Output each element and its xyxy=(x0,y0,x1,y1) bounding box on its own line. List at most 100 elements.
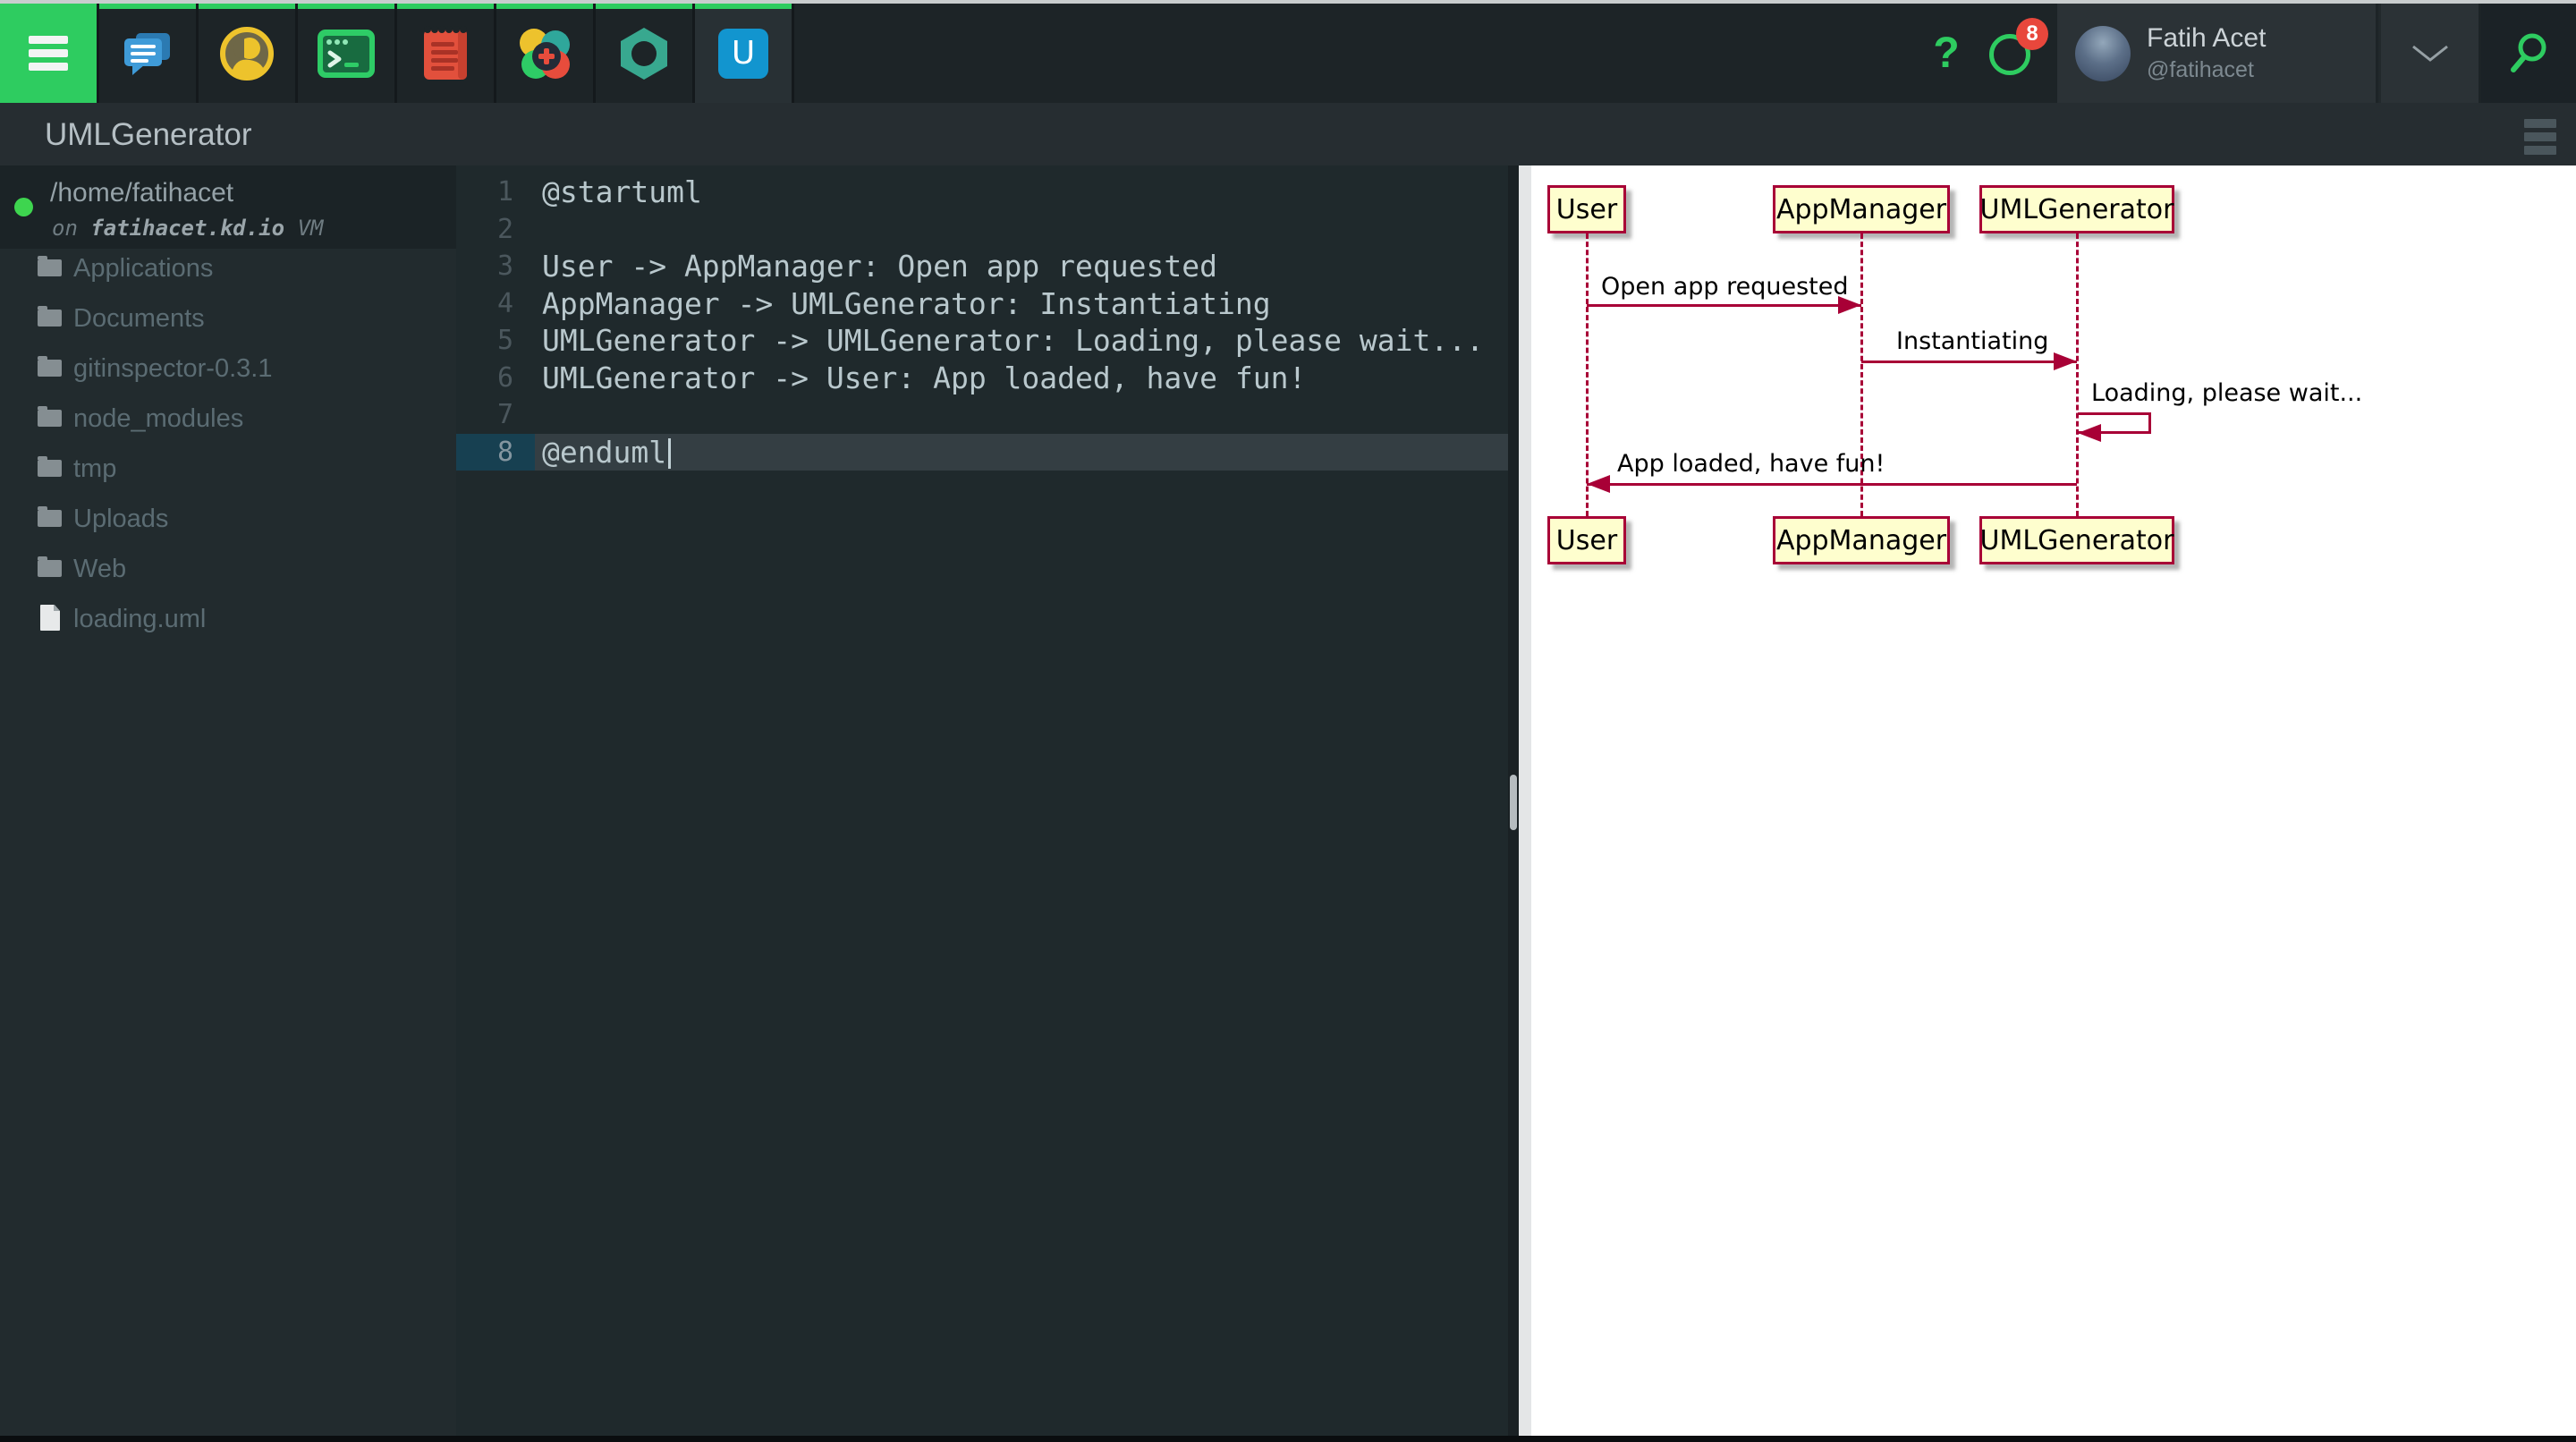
line-number: 5 xyxy=(496,325,513,356)
dock-app-members[interactable] xyxy=(199,4,295,103)
dock-app-terminal[interactable] xyxy=(298,4,394,103)
machine-header[interactable]: /home/fatihacet on fatihacet.kd.io VM xyxy=(0,165,456,249)
sidebar-item-label: gitinspector-0.3.1 xyxy=(73,354,273,383)
sidebar-item-label: loading.uml xyxy=(73,605,207,633)
participant-box-user: User xyxy=(1547,516,1626,564)
terminal-icon xyxy=(318,29,375,78)
members-icon xyxy=(220,26,274,81)
machine-host-line: on fatihacet.kd.io VM xyxy=(52,216,324,241)
code-lines: 1 @startuml 2 3 User -> AppManager: Open app… xyxy=(456,174,1519,471)
sidebar-item-loading-uml[interactable]: loading.uml xyxy=(0,593,456,643)
umlgenerator-app-icon: U xyxy=(718,28,768,79)
notes-icon xyxy=(424,25,467,80)
notification-badge[interactable]: 8 xyxy=(2016,18,2048,50)
main-menu-button[interactable] xyxy=(0,4,97,103)
participant-box-umlgenerator: UMLGenerator xyxy=(1979,185,2174,233)
lifeline-user xyxy=(1586,233,1589,516)
message-label: Open app requested xyxy=(1601,273,1849,301)
sidebar-item-tmp[interactable]: tmp xyxy=(0,443,456,493)
sidebar-item-web[interactable]: Web xyxy=(0,543,456,593)
page-title: UMLGenerator xyxy=(45,117,252,152)
line-number: 6 xyxy=(496,361,513,394)
arrowhead-icon xyxy=(1587,475,1610,493)
editor-line[interactable]: 8 @enduml xyxy=(456,433,1519,471)
dock-app-packages[interactable] xyxy=(596,4,692,103)
line-text xyxy=(535,211,542,249)
message-label: Instantiating xyxy=(1896,327,2049,355)
line-number: 2 xyxy=(496,213,513,245)
editor-line[interactable]: 6 UMLGenerator -> User: App loaded, have … xyxy=(456,360,1519,397)
page: U ? 8 Fatih Acet @fatihacet UMLGenerator xyxy=(0,0,2576,1442)
folder-icon xyxy=(38,556,62,577)
sidebar-item-label: Applications xyxy=(73,254,214,283)
sidebar-item-applications[interactable]: Applications xyxy=(0,242,456,293)
file-tree: Applications Documents gitinspector-0.3.1 n… xyxy=(0,242,456,643)
sidebar-item-label: Web xyxy=(73,555,127,583)
line-number: 4 xyxy=(496,287,513,319)
help-icon[interactable]: ? xyxy=(1919,4,1973,103)
line-number: 8 xyxy=(456,433,535,471)
editor-scrollbar xyxy=(1508,165,1519,1436)
line-number: 1 xyxy=(496,176,513,208)
editor-line[interactable]: 3 User -> AppManager: Open app requested xyxy=(456,248,1519,285)
line-text: AppManager -> UMLGenerator: Instantiatin… xyxy=(542,285,1271,321)
folder-icon xyxy=(38,406,62,427)
participant-box-umlgenerator: UMLGenerator xyxy=(1979,516,2174,564)
package-hexagon-icon xyxy=(621,27,667,80)
chat-icon xyxy=(124,32,170,75)
message-arrow xyxy=(1861,360,2077,363)
editor-scrollbar-thumb[interactable] xyxy=(1510,775,1517,830)
line-text: @enduml xyxy=(535,434,672,471)
editor-line[interactable]: 5 UMLGenerator -> UMLGenerator: Loading, … xyxy=(456,322,1519,360)
participant-box-appmanager: AppManager xyxy=(1773,516,1950,564)
message-label: App loaded, have fun! xyxy=(1617,450,1885,478)
editor-line[interactable]: 4 AppManager -> UMLGenerator: Instantiati… xyxy=(456,285,1519,323)
line-text: UMLGenerator -> User: App loaded, have f… xyxy=(542,360,1307,395)
folder-icon xyxy=(38,356,62,377)
vm-status-dot xyxy=(14,198,33,216)
line-number: 3 xyxy=(496,250,513,282)
editor-line[interactable]: 7 xyxy=(456,396,1519,434)
machine-path: /home/fatihacet xyxy=(50,178,234,208)
user-handle: @fatihacet xyxy=(2147,57,2254,82)
sidebar-item-label: Uploads xyxy=(73,505,169,533)
panel-menu-icon[interactable] xyxy=(2524,119,2556,159)
app-titlebar: UMLGenerator xyxy=(0,103,2576,165)
message-arrow xyxy=(1587,304,1861,307)
line-text xyxy=(535,396,542,434)
app-dock: U ? 8 Fatih Acet @fatihacet xyxy=(0,4,2576,103)
line-text: UMLGenerator -> UMLGenerator: Loading, p… xyxy=(542,323,1484,358)
dock-app-installer[interactable] xyxy=(496,4,593,103)
account-dropdown-button[interactable] xyxy=(2378,4,2479,103)
avatar xyxy=(2075,26,2131,81)
app-installer-icon xyxy=(520,28,570,79)
folder-icon xyxy=(38,456,62,477)
search-icon xyxy=(2511,33,2546,72)
participant-box-user: User xyxy=(1547,185,1626,233)
dock-app-umlgenerator[interactable]: U xyxy=(695,4,792,103)
text-cursor xyxy=(668,438,672,469)
search-button[interactable] xyxy=(2481,4,2576,103)
sidebar-item-uploads[interactable]: Uploads xyxy=(0,493,456,543)
dock-app-chat[interactable] xyxy=(99,4,196,103)
sequence-diagram: User User AppManager AppManager UMLGenerator… xyxy=(1531,165,2576,1436)
code-editor[interactable]: 1 @startuml 2 3 User -> AppManager: Open app… xyxy=(456,165,1519,1436)
file-icon xyxy=(40,605,60,631)
bottom-edge xyxy=(0,1436,2576,1442)
editor-line[interactable]: 2 xyxy=(456,211,1519,249)
panel-resize-divider[interactable] xyxy=(1519,165,1531,1436)
sidebar-item-gitinspector-0-3-1[interactable]: gitinspector-0.3.1 xyxy=(0,343,456,393)
line-number: 7 xyxy=(496,399,513,430)
dock-separator xyxy=(792,4,794,103)
file-tree-sidebar: /home/fatihacet on fatihacet.kd.io VM Ap… xyxy=(0,165,456,1436)
editor-line[interactable]: 1 @startuml xyxy=(456,174,1519,211)
arrowhead-icon xyxy=(1838,296,1861,314)
folder-icon xyxy=(38,306,62,327)
folder-icon xyxy=(38,256,62,276)
sidebar-item-node-modules[interactable]: node_modules xyxy=(0,393,456,443)
line-text: @startuml xyxy=(542,174,702,209)
uml-preview-panel: User User AppManager AppManager UMLGenerator… xyxy=(1531,165,2576,1436)
sidebar-item-documents[interactable]: Documents xyxy=(0,293,456,343)
message-arrow xyxy=(1587,483,2077,486)
dock-app-notes[interactable] xyxy=(397,4,494,103)
